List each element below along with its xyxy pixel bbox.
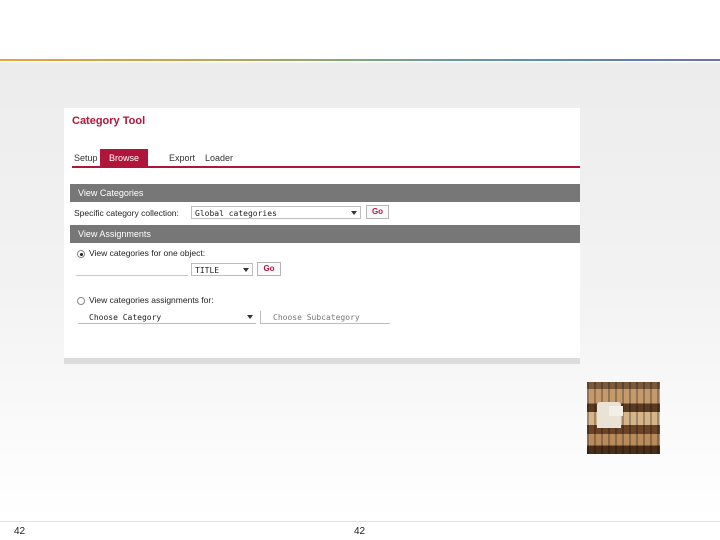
- one-object-radio[interactable]: [77, 250, 85, 258]
- header-gradient-rule: [0, 59, 720, 61]
- category-tool-screenshot: Category Tool Setup Browse Export Loader…: [64, 108, 580, 364]
- view-assignments-header: View Assignments: [70, 225, 580, 243]
- page-title: Category Tool: [72, 115, 146, 127]
- footer-rule: [0, 521, 720, 522]
- category-select-value: Choose Category: [89, 313, 162, 322]
- chevron-down-icon: [243, 268, 249, 272]
- page-number-left: 42: [14, 526, 26, 537]
- tab-setup[interactable]: Setup: [74, 150, 98, 166]
- assignments-label: View categories assignments for:: [89, 295, 214, 305]
- tab-bar: Setup Browse Export Loader: [72, 149, 580, 167]
- tab-browse[interactable]: Browse: [100, 149, 149, 167]
- collection-label: Specific category collection:: [74, 208, 179, 218]
- assignments-radio[interactable]: [77, 297, 85, 305]
- collection-select-value: Global categories: [195, 209, 277, 218]
- view-categories-header: View Categories: [70, 184, 580, 202]
- tab-export[interactable]: Export: [169, 150, 195, 166]
- one-object-label: View categories for one object:: [89, 248, 206, 258]
- collection-go-button[interactable]: Go: [366, 205, 389, 219]
- subcategory-select-value: Choose Subcategory: [273, 313, 360, 322]
- tab-underline: [72, 166, 580, 168]
- chevron-down-icon: [247, 315, 253, 319]
- object-type-value: TITLE: [195, 266, 220, 275]
- collection-select[interactable]: Global categories: [191, 206, 361, 219]
- category-select[interactable]: Choose Category: [78, 311, 256, 324]
- library-bookshelf-photo: [587, 382, 660, 454]
- slide-header: [0, 0, 720, 60]
- subcategory-select[interactable]: Choose Subcategory: [260, 311, 390, 324]
- book-shape: [609, 406, 623, 416]
- object-id-input[interactable]: [76, 264, 188, 276]
- page-number-center: 42: [354, 526, 366, 537]
- chevron-down-icon: [351, 211, 357, 215]
- object-type-select[interactable]: TITLE: [191, 263, 253, 276]
- tab-loader[interactable]: Loader: [205, 150, 233, 166]
- object-go-button[interactable]: Go: [257, 262, 281, 276]
